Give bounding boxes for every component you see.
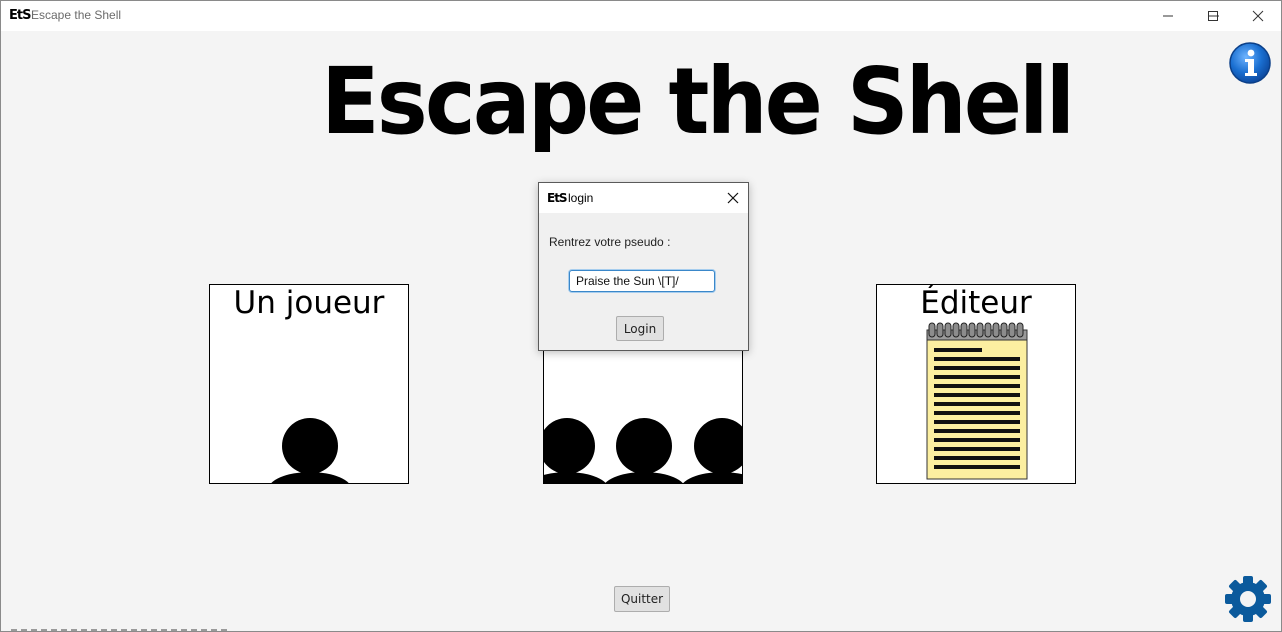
window-titlebar[interactable]: EtS Escape the Shell [1,1,1281,31]
minimize-button-area[interactable] [1145,1,1191,31]
dialog-titlebar[interactable]: EtS login [539,183,748,213]
single-player-icon [271,418,349,483]
pseudo-prompt-label: Rentrez votre pseudo : [549,235,671,249]
app-window: EtS Escape the Shell Escape the Shell Un… [0,0,1282,632]
maximize-button-area[interactable] [1190,1,1236,31]
minimize-icon [1163,15,1173,17]
editor-card[interactable]: Éditeur [876,284,1076,484]
app-logo-icon: EtS [9,8,31,23]
login-button[interactable]: Login [616,316,664,341]
main-title: Escape the Shell [321,48,1075,155]
maximize-icon [1208,11,1218,21]
settings-button[interactable] [1222,573,1274,625]
close-icon [1252,10,1264,22]
dialog-logo-icon: EtS [547,191,568,205]
close-icon [727,192,739,204]
login-dialog: EtS login Rentrez votre pseudo : Praise … [538,182,749,351]
dialog-title: login [568,191,594,205]
info-icon [1229,42,1271,84]
dialog-close-button[interactable] [721,188,745,208]
window-title: Escape the Shell [31,8,122,22]
single-player-card[interactable]: Un joueur [209,284,409,484]
pseudo-input[interactable]: Praise the Sun \[T]/ [569,270,715,292]
quit-button[interactable]: Quitter [614,586,670,612]
info-button[interactable] [1228,41,1272,85]
close-button[interactable] [1235,1,1281,31]
status-strip [11,629,231,631]
gear-icon [1225,576,1271,622]
notepad-icon [926,322,1028,480]
